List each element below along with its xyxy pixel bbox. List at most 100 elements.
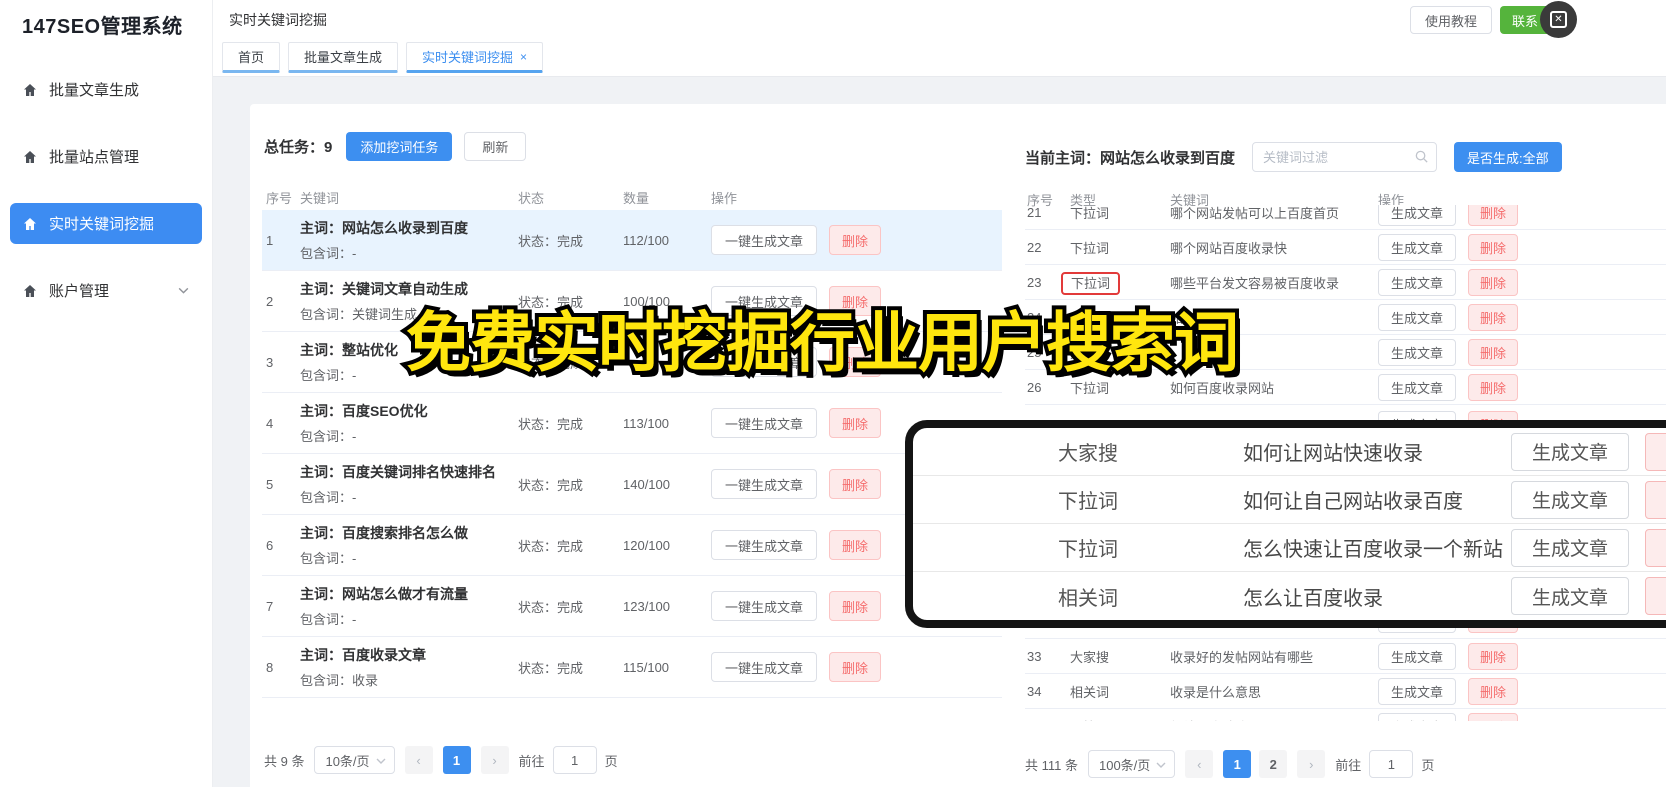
generate-article-button[interactable]: 生成文章 bbox=[1378, 268, 1457, 296]
generate-article-button[interactable]: 生成文章 bbox=[1378, 233, 1457, 261]
pagination-total: 共 111 条 bbox=[1025, 757, 1078, 773]
goto-page-input[interactable] bbox=[552, 746, 597, 774]
status-text: 状态：完成 bbox=[518, 233, 584, 249]
delete-button[interactable]: 删除 bbox=[1645, 480, 1666, 519]
delete-button[interactable]: 删除 bbox=[1645, 432, 1666, 471]
sidebar-item-label: 实时关键词挖掘 bbox=[49, 216, 155, 233]
home-icon bbox=[22, 149, 38, 165]
prev-page-button[interactable]: ‹ bbox=[404, 746, 433, 774]
tab-batch-article-generation[interactable]: 批量文章生成 bbox=[288, 42, 399, 73]
status-text: 状态：完成 bbox=[518, 538, 584, 554]
keyword-type: 下拉词 bbox=[1058, 491, 1118, 513]
delete-button[interactable]: 删除 bbox=[1468, 373, 1519, 401]
delete-button[interactable]: 删除 bbox=[829, 591, 882, 621]
generate-article-button[interactable]: 生成文章 bbox=[1378, 642, 1457, 670]
generate-all-button[interactable]: 是否生成:全部 bbox=[1454, 142, 1562, 172]
sidebar-item-account-management[interactable]: 账户管理 bbox=[10, 270, 202, 311]
row-index: 1 bbox=[266, 232, 274, 248]
generate-article-button[interactable]: 一键生成文章 bbox=[711, 408, 818, 438]
generate-article-button[interactable]: 生成文章 bbox=[1378, 373, 1457, 401]
page-size-value: 10条/页 bbox=[325, 753, 370, 769]
generate-article-button[interactable]: 一键生成文章 bbox=[711, 530, 818, 560]
generate-article-button[interactable]: 生成文章 bbox=[1378, 338, 1457, 366]
delete-button[interactable]: 删除 bbox=[1468, 338, 1519, 366]
tab-label: 批量文章生成 bbox=[304, 50, 383, 65]
close-tab-icon[interactable]: × bbox=[520, 50, 527, 64]
chevron-down-icon bbox=[375, 755, 387, 770]
row-index: 2 bbox=[266, 293, 274, 309]
keyword-text: 哪个网站发帖可以上百度首页 bbox=[1170, 205, 1340, 221]
sidebar-item-realtime-keyword-mining[interactable]: 实时关键词挖掘 bbox=[10, 203, 202, 244]
delete-button[interactable]: 删除 bbox=[829, 408, 882, 438]
column-actions: 操作 bbox=[711, 191, 738, 206]
task-row: 6 主词：百度搜索排名怎么做 包含词：- 状态：完成 120/100 一键生成文章 删除 bbox=[262, 515, 1002, 576]
delete-button[interactable]: 删除 bbox=[829, 530, 882, 560]
row-actions: 生成文章删除 bbox=[1378, 303, 1666, 331]
next-page-button[interactable]: › bbox=[1297, 750, 1326, 778]
tab-home[interactable]: 首页 bbox=[222, 42, 281, 73]
page-size-value: 100条/页 bbox=[1098, 757, 1151, 773]
keyword-pagination: 共 111 条 100条/页 ‹ 12 › 前往 页 bbox=[1025, 750, 1434, 778]
delete-button[interactable]: 删除 bbox=[1468, 268, 1519, 296]
page-button-2[interactable]: 2 bbox=[1259, 750, 1288, 778]
page-size-select[interactable]: 10条/页 bbox=[314, 746, 395, 774]
page-size-select[interactable]: 100条/页 bbox=[1087, 750, 1176, 778]
count-text: 123/100 bbox=[623, 598, 670, 614]
sidebar-item-label: 批量文章生成 bbox=[49, 82, 140, 99]
generate-article-button[interactable]: 生成文章 bbox=[1378, 205, 1457, 226]
task-panel-header: 总任务：9 添加挖词任务 刷新 bbox=[264, 132, 527, 161]
generate-article-button[interactable]: 生成文章 bbox=[1510, 577, 1629, 615]
delete-button[interactable]: 删除 bbox=[1468, 712, 1519, 721]
delete-button[interactable]: 删除 bbox=[829, 469, 882, 499]
next-page-button[interactable]: › bbox=[480, 746, 509, 774]
total-tasks-label: 总任务：9 bbox=[264, 139, 333, 156]
count-text: 120/100 bbox=[623, 537, 670, 553]
goto-page-input[interactable] bbox=[1369, 750, 1414, 778]
generate-article-button[interactable]: 生成文章 bbox=[1378, 303, 1457, 331]
sidebar-item-batch-article-generation[interactable]: 批量文章生成 bbox=[10, 69, 202, 110]
delete-button[interactable]: 删除 bbox=[1645, 528, 1666, 567]
tab-realtime-keyword-mining[interactable]: 实时关键词挖掘 × bbox=[406, 42, 544, 73]
delete-button[interactable]: 删除 bbox=[1468, 233, 1519, 261]
home-icon bbox=[22, 283, 38, 299]
prev-page-button[interactable]: ‹ bbox=[1185, 750, 1214, 778]
keyword-type: 相关词 bbox=[1070, 684, 1110, 700]
main-keyword-text: 主词：百度收录文章 bbox=[300, 647, 426, 664]
refresh-button[interactable]: 刷新 bbox=[464, 132, 527, 161]
topbar: 实时关键词挖掘 使用教程 联系 bbox=[213, 0, 1666, 40]
generate-article-button[interactable]: 生成文章 bbox=[1510, 480, 1629, 519]
keyword-type: 下拉词 bbox=[1061, 271, 1170, 295]
delete-button[interactable]: 删除 bbox=[829, 652, 882, 682]
add-mining-task-button[interactable]: 添加挖词任务 bbox=[346, 132, 453, 161]
generate-article-button[interactable]: 一键生成文章 bbox=[711, 469, 818, 499]
tab-label: 实时关键词挖掘 bbox=[422, 50, 514, 65]
page-button-1[interactable]: 1 bbox=[442, 746, 471, 774]
tutorial-button[interactable]: 使用教程 bbox=[1409, 6, 1492, 34]
generate-article-button[interactable]: 一键生成文章 bbox=[711, 591, 818, 621]
page-button-1[interactable]: 1 bbox=[1223, 750, 1252, 778]
row-actions: 生成文章删除 bbox=[1378, 338, 1666, 366]
delete-button[interactable]: 删除 bbox=[1468, 205, 1519, 226]
keyword-text: 哪个网站百度收录快 bbox=[1170, 240, 1288, 256]
chevron-down-icon bbox=[1155, 759, 1167, 774]
delete-button[interactable]: 删除 bbox=[1468, 642, 1519, 670]
generate-article-button[interactable]: 一键生成文章 bbox=[711, 652, 818, 682]
sidebar-item-batch-site-management[interactable]: 批量站点管理 bbox=[10, 136, 202, 177]
status-text: 状态：完成 bbox=[518, 416, 584, 432]
delete-button[interactable]: 删除 bbox=[1468, 303, 1519, 331]
generate-article-button[interactable]: 一键生成文章 bbox=[711, 225, 818, 255]
generate-article-button[interactable]: 生成文章 bbox=[1510, 432, 1629, 471]
delete-button[interactable]: 删除 bbox=[829, 225, 882, 255]
keyword-filter-input[interactable] bbox=[1252, 142, 1438, 172]
inset-keyword-row: 下拉词 怎么快速让百度收录一个新站生成文章删除 bbox=[913, 524, 1666, 572]
delete-button[interactable]: 删除 bbox=[1468, 677, 1519, 705]
floating-close-sticker-icon[interactable]: ✕ bbox=[1540, 1, 1577, 38]
row-actions: 生成文章删除 bbox=[1378, 268, 1666, 296]
goto-page: 前往 页 bbox=[519, 746, 618, 774]
generate-article-button[interactable]: 生成文章 bbox=[1510, 528, 1629, 567]
generate-article-button[interactable]: 生成文章 bbox=[1378, 712, 1457, 721]
generate-article-button[interactable]: 生成文章 bbox=[1378, 677, 1457, 705]
goto-label: 前往 bbox=[1335, 757, 1362, 773]
keyword-text: 怎么让百度收录 bbox=[1243, 587, 1383, 610]
delete-button[interactable]: 删除 bbox=[1645, 577, 1666, 615]
